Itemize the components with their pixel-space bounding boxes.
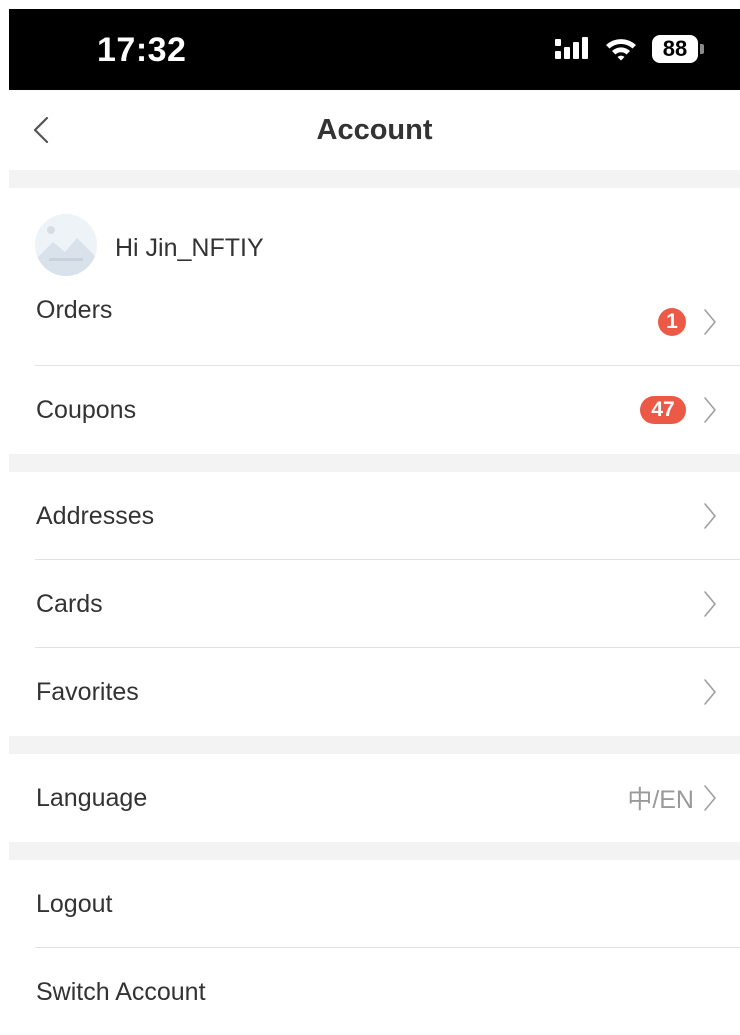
logout-row[interactable]: Logout <box>9 860 740 948</box>
favorites-row[interactable]: Favorites <box>9 648 740 736</box>
coupons-row[interactable]: Coupons 47 <box>9 366 740 454</box>
coupons-right: 47 <box>640 366 718 454</box>
section-divider <box>9 170 740 188</box>
chevron-right-icon <box>704 679 716 705</box>
chevron-right-icon <box>704 591 716 617</box>
addresses-row[interactable]: Addresses <box>9 472 740 560</box>
switch-account-label: Switch Account <box>36 978 206 1006</box>
favorites-right <box>702 648 718 736</box>
status-icons: 88 <box>554 35 704 63</box>
chevron-right-icon <box>704 785 716 811</box>
favorites-label: Favorites <box>36 678 139 706</box>
coupons-badge: 47 <box>640 396 686 424</box>
profile-row[interactable]: Hi Jin_NFTIY <box>9 188 740 278</box>
battery-icon: 88 <box>652 35 704 63</box>
orders-right: 1 <box>658 278 718 366</box>
section-divider <box>9 454 740 472</box>
profile-greeting: Hi Jin_NFTIY <box>115 234 264 262</box>
cards-row[interactable]: Cards <box>9 560 740 648</box>
addresses-right <box>702 472 718 560</box>
language-value: 中/EN <box>627 786 694 814</box>
orders-badge: 1 <box>658 308 686 336</box>
nav-header: Account <box>9 90 740 170</box>
chevron-right-icon <box>704 503 716 529</box>
language-right: 中/EN <box>627 754 718 842</box>
cards-label: Cards <box>36 590 103 618</box>
addresses-label: Addresses <box>36 502 155 530</box>
signal-icon <box>555 37 588 59</box>
switch-account-row[interactable]: Switch Account <box>9 948 740 1035</box>
wifi-icon <box>606 39 636 61</box>
chevron-right-icon <box>704 309 716 335</box>
section-divider <box>9 842 740 860</box>
language-label: Language <box>36 784 148 812</box>
avatar[interactable] <box>35 214 97 276</box>
language-row[interactable]: Language 中/EN <box>9 754 740 842</box>
orders-label: Orders <box>36 296 113 324</box>
status-bar: 17:32 88 <box>9 9 740 90</box>
page-title: Account <box>316 114 433 146</box>
battery-level: 88 <box>652 35 698 63</box>
app-screen: 17:32 88 Account Hi Jin_NFTIY Orders 1 C… <box>9 9 740 1035</box>
logout-label: Logout <box>36 890 113 918</box>
battery-tip <box>700 44 704 54</box>
cards-right <box>702 560 718 648</box>
section-divider <box>9 736 740 754</box>
chevron-right-icon <box>704 397 716 423</box>
avatar-image <box>35 214 97 276</box>
orders-row[interactable]: Orders 1 <box>9 278 740 366</box>
status-time: 17:32 <box>97 31 187 69</box>
coupons-label: Coupons <box>36 396 137 424</box>
